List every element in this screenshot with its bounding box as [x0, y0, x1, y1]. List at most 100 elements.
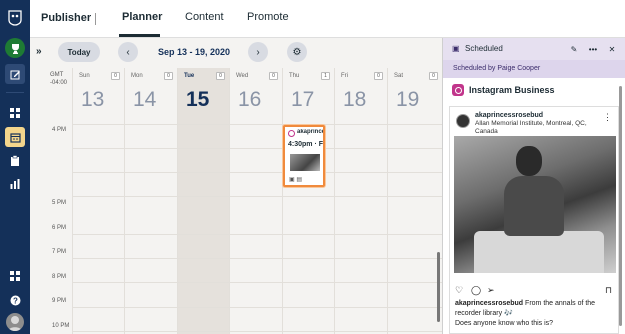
hour-line	[72, 124, 442, 125]
calendar-settings-button[interactable]: ⚙	[287, 42, 307, 62]
prev-week-button[interactable]: ‹	[118, 42, 138, 62]
post-count-badge: 0	[216, 72, 225, 80]
instagram-icon	[288, 130, 295, 137]
post-thumbnail	[290, 154, 320, 171]
top-bar: Publisher Planner Content Promote	[30, 0, 625, 38]
heart-icon: ♡	[455, 285, 464, 295]
post-count-badge: 0	[374, 72, 383, 80]
preview-image	[454, 136, 616, 273]
day-header-sun[interactable]: Sun 0 13	[72, 68, 124, 124]
panel-header: ▣ Scheduled ✎ ••• ✕	[443, 38, 625, 60]
product-title: Publisher	[41, 12, 92, 24]
tab-content[interactable]: Content	[185, 11, 224, 23]
more-options-icon[interactable]: •••	[586, 42, 600, 56]
time-grid: 4 PM 5 PM 6 PM 7 PM 8 PM 9 PM 10 PM	[30, 124, 442, 334]
day-column[interactable]	[387, 124, 442, 334]
day-column[interactable]	[72, 124, 124, 334]
post-meta-icons: ▣ ▤	[289, 177, 303, 183]
publisher-app: ? Publisher Planner Content Promote » To…	[0, 0, 625, 334]
hour-line	[72, 282, 442, 283]
post-count-badge: 0	[111, 72, 120, 80]
active-tab-indicator	[119, 34, 160, 37]
close-icon[interactable]: ✕	[605, 42, 619, 56]
caption-username: akaprincessrosebud	[455, 300, 524, 307]
user-avatar[interactable]	[6, 313, 24, 331]
preview-username: akaprincessrosebud	[475, 112, 544, 119]
day-header-thu[interactable]: Thu 1 17	[282, 68, 334, 124]
hootsuite-owl-icon[interactable]	[5, 8, 25, 28]
rail-divider	[6, 92, 24, 93]
day-column-today[interactable]	[177, 124, 229, 334]
next-week-button[interactable]: ›	[248, 42, 268, 62]
scheduled-post-card[interactable]: akaprincessrosebud 4:30pm · F ▣ ▤	[283, 125, 325, 187]
day-header-sat[interactable]: Sat 0 19	[387, 68, 442, 124]
instagram-post-preview: akaprincessrosebud Allan Memorial Instit…	[449, 106, 619, 334]
today-button[interactable]: Today	[58, 42, 100, 62]
hour-line	[72, 172, 442, 173]
post-time: 4:30pm · F	[288, 141, 324, 148]
day-header-tue[interactable]: Tue 0 15	[177, 68, 229, 124]
day-header-wed[interactable]: Wed 0 16	[229, 68, 282, 124]
day-header-fri[interactable]: Fri 0 18	[334, 68, 387, 124]
day-name: Sun	[79, 73, 90, 79]
hour-line	[72, 258, 442, 259]
preview-avatar	[456, 114, 470, 128]
day-column[interactable]	[334, 124, 387, 334]
day-name: Wed	[236, 73, 249, 79]
day-column[interactable]	[229, 124, 282, 334]
tab-planner[interactable]: Planner	[122, 11, 162, 23]
calendar-icon: ▣	[452, 44, 460, 53]
day-number: 13	[81, 88, 105, 111]
preview-more-icon: ⋮	[603, 112, 612, 122]
post-preview-panel: ▣ Scheduled ✎ ••• ✕ Scheduled by Paige C…	[442, 38, 625, 334]
day-column[interactable]	[124, 124, 177, 334]
time-label: 10 PM	[52, 323, 70, 329]
preview-caption: akaprincessrosebud From the annals of th…	[455, 299, 615, 329]
analytics-icon[interactable]	[5, 174, 25, 194]
planner-icon[interactable]	[5, 127, 25, 147]
instagram-icon	[452, 84, 464, 96]
post-count-badge: 0	[429, 72, 438, 80]
share-icon: ➢	[487, 285, 495, 295]
date-range: Sep 13 - 19, 2020	[158, 47, 231, 57]
svg-text:?: ?	[13, 296, 18, 305]
dashboard-icon[interactable]	[5, 103, 25, 123]
time-label: 4 PM	[52, 127, 67, 133]
post-status: Scheduled	[465, 44, 503, 53]
title-divider	[95, 13, 96, 25]
day-number: 17	[291, 88, 315, 111]
day-name: Fri	[341, 73, 348, 79]
apps-grid-icon[interactable]	[5, 266, 25, 286]
post-count-badge: 0	[164, 72, 173, 80]
planner-calendar: » Today ‹ Sep 13 - 19, 2020 › ⚙ GMT -04:…	[30, 38, 442, 334]
trophy-icon[interactable]	[5, 38, 25, 58]
post-account-name: akaprincessrosebud	[297, 129, 323, 135]
comment-icon: ◯	[471, 285, 482, 295]
day-header-mon[interactable]: Mon 0 14	[124, 68, 177, 124]
bookmark-icon: ⊓	[605, 285, 613, 295]
time-label: 8 PM	[52, 274, 67, 280]
hour-line	[72, 196, 442, 197]
day-number: 18	[343, 88, 367, 111]
hour-line	[72, 307, 442, 308]
hour-line	[72, 234, 442, 235]
day-name: Thu	[289, 73, 300, 79]
time-label: 9 PM	[52, 298, 67, 304]
clipboard-icon[interactable]	[5, 150, 25, 170]
day-name: Mon	[131, 73, 143, 79]
compose-icon[interactable]	[5, 64, 25, 84]
calendar-toolbar: » Today ‹ Sep 13 - 19, 2020 › ⚙	[30, 38, 442, 66]
day-number: 16	[238, 88, 262, 111]
left-nav-rail: ?	[0, 0, 30, 334]
time-label: 5 PM	[52, 200, 67, 206]
expand-sidebar-icon[interactable]: »	[36, 46, 42, 57]
edit-icon[interactable]: ✎	[567, 42, 581, 56]
panel-scrollbar[interactable]	[619, 86, 622, 326]
calendar-scrollbar[interactable]	[437, 252, 440, 322]
tab-promote[interactable]: Promote	[247, 11, 289, 23]
post-count-badge: 1	[321, 72, 330, 80]
help-icon[interactable]: ?	[5, 290, 25, 310]
day-number: 15	[186, 88, 210, 111]
time-label: 7 PM	[52, 249, 67, 255]
day-number: 14	[133, 88, 157, 111]
